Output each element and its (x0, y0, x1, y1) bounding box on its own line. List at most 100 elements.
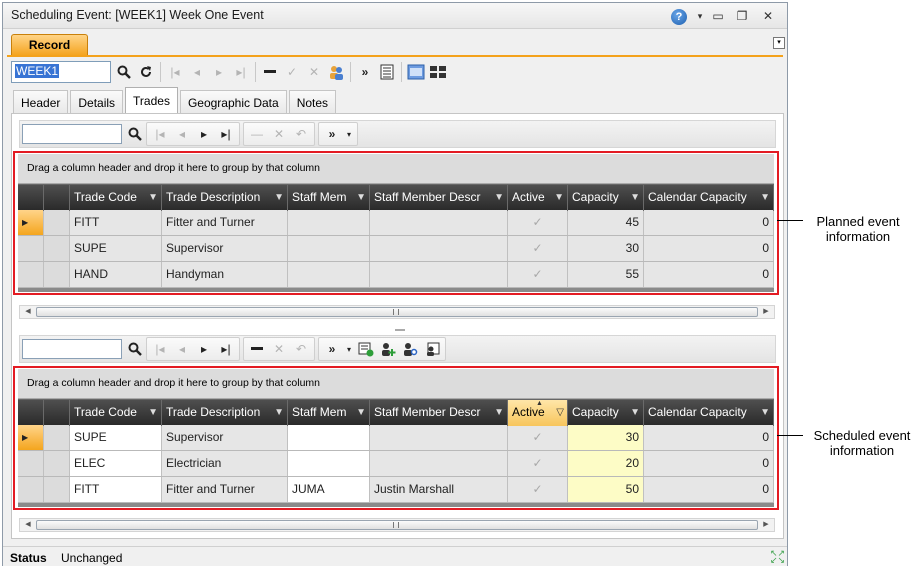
help-dropdown-icon[interactable]: ▾ (691, 7, 709, 25)
staff-member-description-cell[interactable] (370, 262, 508, 287)
scheduled-search-input[interactable] (22, 339, 122, 359)
col-trade-description[interactable]: Trade Description ▼ (162, 400, 288, 426)
col-active-sorted[interactable]: ▲ Active ▽ (508, 400, 568, 426)
trade-code-cell[interactable]: HAND (70, 262, 162, 287)
dropdown-arrow-icon[interactable]: ▾ (343, 123, 355, 145)
col-capacity[interactable]: Capacity ▼ (568, 185, 644, 211)
planned-horizontal-scrollbar[interactable]: ◀ ▶ (19, 305, 775, 319)
calendar-capacity-cell[interactable]: 0 (644, 451, 774, 476)
filter-icon[interactable]: ▼ (356, 185, 366, 210)
cancel-edit-icon[interactable]: ✕ (268, 123, 290, 145)
more-chevron-icon[interactable]: » (321, 338, 343, 360)
add-schedule-icon[interactable] (355, 338, 377, 360)
calendar-capacity-cell[interactable]: 0 (644, 262, 774, 287)
calendar-capacity-cell[interactable]: 0 (644, 236, 774, 261)
table-row[interactable]: SUPE Supervisor ✓ 30 0 (18, 236, 774, 262)
filter-icon[interactable]: ▼ (760, 185, 770, 210)
scroll-thumb[interactable] (36, 307, 758, 317)
staff-member-cell[interactable] (288, 425, 370, 450)
previous-record-icon[interactable]: ◂ (186, 61, 208, 83)
filter-icon[interactable]: ▼ (554, 185, 564, 210)
last-row-icon[interactable]: ▸| (215, 338, 237, 360)
next-row-icon[interactable]: ▸ (193, 123, 215, 145)
row-selector[interactable] (44, 210, 70, 235)
col-capacity[interactable]: Capacity ▼ (568, 400, 644, 426)
first-row-icon[interactable]: |◂ (149, 123, 171, 145)
filter-icon[interactable]: ▼ (630, 185, 640, 210)
col-staff-member-description[interactable]: Staff Member Descr ▼ (370, 185, 508, 211)
users-icon[interactable] (325, 61, 347, 83)
minimize-icon[interactable]: ▭ (709, 7, 727, 25)
filter-icon[interactable]: ▼ (630, 400, 640, 425)
undo-icon[interactable]: ↶ (290, 123, 312, 145)
tab-geographic-data[interactable]: Geographic Data (179, 90, 287, 114)
row-selector[interactable] (44, 425, 70, 450)
active-checkbox[interactable]: ✓ (508, 477, 568, 502)
table-row[interactable]: FITT Fitter and Turner JUMA Justin Marsh… (18, 477, 774, 503)
table-row[interactable]: ▶ SUPE Supervisor ✓ 30 0 (18, 425, 774, 451)
ribbon-collapse-icon[interactable]: ▾ (773, 37, 785, 49)
table-row[interactable]: ELEC Electrician ✓ 20 0 (18, 451, 774, 477)
close-icon[interactable]: ✕ (759, 7, 777, 25)
previous-row-icon[interactable]: ◂ (171, 338, 193, 360)
last-record-icon[interactable]: ▸| (230, 61, 252, 83)
undo-icon[interactable]: ↶ (290, 338, 312, 360)
col-trade-description[interactable]: Trade Description ▼ (162, 185, 288, 211)
col-staff-member[interactable]: Staff Mem ▼ (288, 400, 370, 426)
next-row-icon[interactable]: ▸ (193, 338, 215, 360)
trade-description-cell[interactable]: Handyman (162, 262, 288, 287)
planned-search-input[interactable] (22, 124, 122, 144)
col-trade-code[interactable]: Trade Code ▼ (70, 400, 162, 426)
col-trade-code[interactable]: Trade Code ▼ (70, 185, 162, 211)
staff-member-description-cell[interactable] (370, 451, 508, 476)
cancel-x-icon[interactable]: ✕ (303, 61, 325, 83)
calendar-capacity-cell[interactable]: 0 (644, 425, 774, 450)
filter-icon[interactable]: ▽ (556, 400, 564, 425)
remove-row-icon[interactable] (246, 338, 268, 360)
row-selector[interactable] (44, 236, 70, 261)
staff-member-cell[interactable] (288, 451, 370, 476)
tab-trades[interactable]: Trades (125, 87, 178, 113)
next-record-icon[interactable]: ▸ (208, 61, 230, 83)
trade-description-cell[interactable]: Fitter and Turner (162, 210, 288, 235)
scroll-right-icon[interactable]: ▶ (759, 519, 773, 531)
scheduled-search-icon[interactable] (124, 338, 146, 360)
ribbon-tab-record[interactable]: Record (11, 34, 88, 56)
last-row-icon[interactable]: ▸| (215, 123, 237, 145)
scroll-left-icon[interactable]: ◀ (21, 519, 35, 531)
row-selector[interactable] (44, 477, 70, 502)
staff-member-cell[interactable] (288, 210, 370, 235)
staff-member-description-cell[interactable] (370, 425, 508, 450)
trade-description-cell[interactable]: Electrician (162, 451, 288, 476)
help-icon[interactable]: ? (671, 9, 687, 25)
staff-member-description-cell[interactable] (370, 236, 508, 261)
first-record-icon[interactable]: |◂ (164, 61, 186, 83)
staff-member-cell[interactable] (288, 262, 370, 287)
table-row[interactable]: HAND Handyman ✓ 55 0 (18, 262, 774, 288)
col-active[interactable]: Active ▼ (508, 185, 568, 211)
capacity-cell[interactable]: 50 (568, 477, 644, 502)
active-checkbox[interactable]: ✓ (508, 236, 568, 261)
staff-card-icon[interactable] (421, 338, 443, 360)
list-view-icon[interactable] (376, 61, 398, 83)
tab-details[interactable]: Details (70, 90, 124, 114)
save-check-icon[interactable]: ✓ (281, 61, 303, 83)
more-chevron-icon[interactable]: » (354, 61, 376, 83)
capacity-cell[interactable]: 30 (568, 236, 644, 261)
col-calendar-capacity[interactable]: Calendar Capacity ▼ (644, 400, 774, 426)
table-row[interactable]: ▶ FITT Fitter and Turner ✓ 45 0 (18, 210, 774, 236)
trade-description-cell[interactable]: Supervisor (162, 425, 288, 450)
more-chevron-icon[interactable]: » (321, 123, 343, 145)
row-selector[interactable] (44, 451, 70, 476)
tab-notes[interactable]: Notes (288, 90, 337, 114)
grid-splitter[interactable] (395, 329, 405, 331)
trade-code-cell[interactable]: FITT (70, 477, 162, 502)
staff-member-description-cell[interactable]: Justin Marshall (370, 477, 508, 502)
col-staff-member-description[interactable]: Staff Member Descr ▼ (370, 400, 508, 426)
add-staff-icon[interactable] (377, 338, 399, 360)
find-staff-icon[interactable] (399, 338, 421, 360)
planned-search-icon[interactable] (124, 123, 146, 145)
trade-description-cell[interactable]: Fitter and Turner (162, 477, 288, 502)
search-icon[interactable] (113, 61, 135, 83)
calendar-capacity-cell[interactable]: 0 (644, 210, 774, 235)
